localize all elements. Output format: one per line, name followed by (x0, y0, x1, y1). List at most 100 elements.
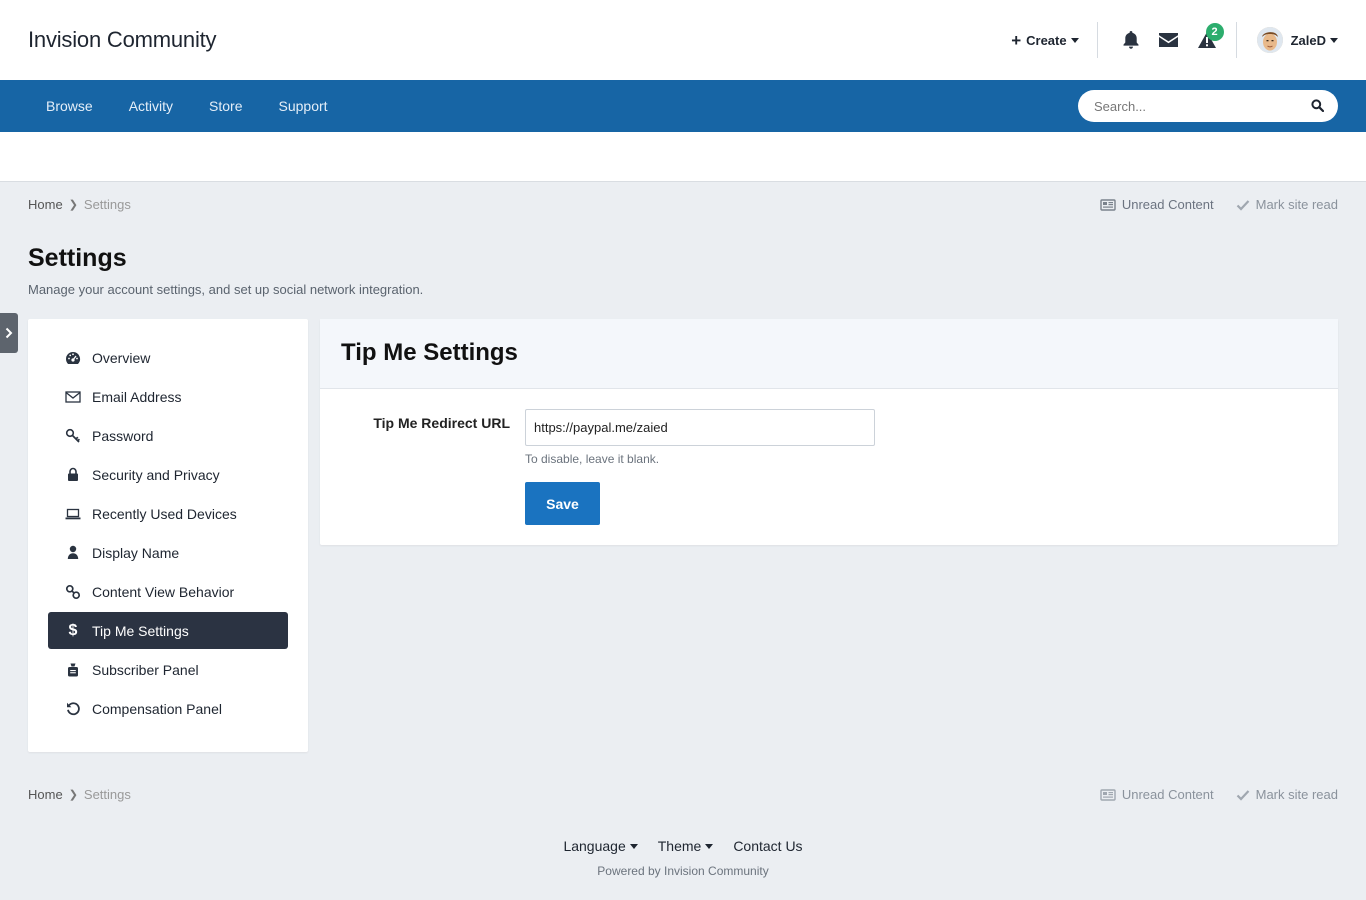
unread-content-link[interactable]: Unread Content (1100, 787, 1214, 802)
menu-item-label: Compensation Panel (92, 700, 222, 717)
caret-down-icon (629, 843, 638, 849)
notification-icons: 2 (1112, 21, 1226, 59)
mark-site-read-link[interactable]: Mark site read (1236, 787, 1338, 802)
create-button[interactable]: + Create (1011, 30, 1079, 50)
newspaper-icon (1100, 788, 1116, 801)
menu-item-display-name[interactable]: Display Name (48, 534, 288, 571)
breadcrumb-current: Settings (83, 197, 131, 212)
language-menu[interactable]: Language (563, 838, 638, 854)
menu-item-label: Subscriber Panel (92, 661, 199, 678)
settings-menu: Overview Email Address Password Security… (28, 319, 308, 752)
panel-title: Tip Me Settings (341, 339, 518, 366)
divider (1235, 22, 1237, 58)
menu-item-label: Content View Behavior (92, 583, 235, 600)
nav-item-activity[interactable]: Activity (111, 98, 191, 114)
unread-content-label: Unread Content (1121, 197, 1214, 212)
dollar-icon: $ (68, 621, 78, 639)
menu-item-recent-devices[interactable]: Recently Used Devices (48, 495, 288, 532)
breadcrumb-home[interactable]: Home (28, 197, 63, 212)
avatar (1256, 27, 1283, 53)
footer-links: Language Theme Contact Us (0, 838, 1366, 854)
undo-icon (65, 701, 81, 717)
menu-item-label: Display Name (92, 544, 180, 561)
page-title: Settings (28, 244, 127, 272)
powered-by[interactable]: Powered by Invision Community (0, 864, 1366, 878)
nav-item-support[interactable]: Support (261, 98, 346, 114)
mark-site-read-link[interactable]: Mark site read (1236, 197, 1338, 212)
plus-icon: + (1011, 30, 1022, 50)
site-header: Invision Community + Create 2 ZaleD (0, 0, 1366, 80)
save-button[interactable]: Save (525, 482, 600, 525)
sidebar-toggle[interactable] (0, 313, 18, 353)
alerts-button[interactable]: 2 (1188, 21, 1226, 59)
settings-panel: Tip Me Settings Tip Me Redirect URL To d… (320, 319, 1338, 545)
bell-icon (1123, 31, 1139, 49)
subscriber-icon (65, 662, 81, 678)
alerts-badge: 2 (1205, 23, 1224, 41)
user-icon (65, 545, 81, 561)
menu-item-overview[interactable]: Overview (48, 339, 288, 376)
breadcrumb-home[interactable]: Home (28, 787, 63, 802)
menu-item-compensation-panel[interactable]: Compensation Panel (48, 690, 288, 727)
menu-item-tip-me-settings[interactable]: $ Tip Me Settings (48, 612, 288, 649)
newspaper-icon (1100, 198, 1116, 211)
redirect-url-hint: To disable, leave it blank. (525, 452, 660, 466)
laptop-icon (65, 506, 81, 522)
menu-item-label: Recently Used Devices (92, 505, 237, 522)
notifications-button[interactable] (1112, 21, 1150, 59)
checkmark-icon (1236, 199, 1249, 211)
checkmark-icon (1236, 789, 1249, 801)
search-input[interactable] (1078, 98, 1288, 114)
menu-item-label: Overview (92, 349, 151, 366)
chevron-right-icon: ❯ (68, 789, 78, 801)
menu-item-label: Password (92, 427, 154, 444)
key-icon (65, 428, 81, 444)
unread-content-link[interactable]: Unread Content (1100, 197, 1214, 212)
lock-icon (65, 467, 81, 483)
username: ZaleD (1290, 32, 1326, 48)
breadcrumb: Home ❯ Settings (28, 197, 131, 212)
menu-item-label: Email Address (92, 388, 182, 405)
chevron-right-icon (5, 327, 13, 339)
messages-button[interactable] (1150, 21, 1188, 59)
contact-us-link[interactable]: Contact Us (733, 838, 802, 854)
redirect-url-input[interactable] (525, 409, 875, 446)
secondary-nav (0, 132, 1366, 182)
breadcrumb: Home ❯ Settings (28, 787, 131, 802)
theme-label: Theme (657, 838, 702, 854)
caret-down-icon (1070, 37, 1079, 43)
main-navigation: Browse Activity Store Support (0, 80, 1366, 132)
search-icon[interactable] (1311, 99, 1324, 112)
search-box (1078, 90, 1338, 122)
menu-item-content-view[interactable]: Content View Behavior (48, 573, 288, 610)
mark-site-read-label: Mark site read (1255, 197, 1338, 212)
page-description: Manage your account settings, and set up… (28, 282, 424, 297)
breadcrumb-actions: Unread Content Mark site read (1078, 787, 1338, 802)
caret-down-icon (705, 843, 714, 849)
nav-item-browse[interactable]: Browse (28, 98, 111, 114)
nav-item-store[interactable]: Store (191, 98, 260, 114)
theme-menu[interactable]: Theme (658, 838, 714, 854)
panel-header: Tip Me Settings (320, 319, 1338, 389)
divider (1096, 22, 1098, 58)
user-menu[interactable]: ZaleD (1256, 27, 1338, 53)
site-title[interactable]: Invision Community (28, 27, 217, 53)
menu-item-label: Tip Me Settings (92, 622, 189, 639)
menu-item-label: Security and Privacy (92, 466, 220, 483)
menu-item-subscriber-panel[interactable]: Subscriber Panel (48, 651, 288, 688)
redirect-url-label: Tip Me Redirect URL (373, 415, 510, 431)
unread-content-label: Unread Content (1121, 787, 1214, 802)
menu-item-password[interactable]: Password (48, 417, 288, 454)
envelope-icon (65, 389, 81, 405)
envelope-icon (1159, 33, 1179, 47)
breadcrumb-actions: Unread Content Mark site read (1078, 197, 1338, 212)
breadcrumb-current: Settings (83, 787, 131, 802)
menu-item-security-privacy[interactable]: Security and Privacy (48, 456, 288, 493)
menu-item-email-address[interactable]: Email Address (48, 378, 288, 415)
link-icon (65, 584, 81, 600)
create-label: Create (1026, 32, 1067, 48)
language-label: Language (563, 838, 626, 854)
chevron-right-icon: ❯ (68, 199, 78, 211)
user-bar: + Create 2 ZaleD (1011, 0, 1338, 80)
dashboard-icon (65, 350, 81, 366)
